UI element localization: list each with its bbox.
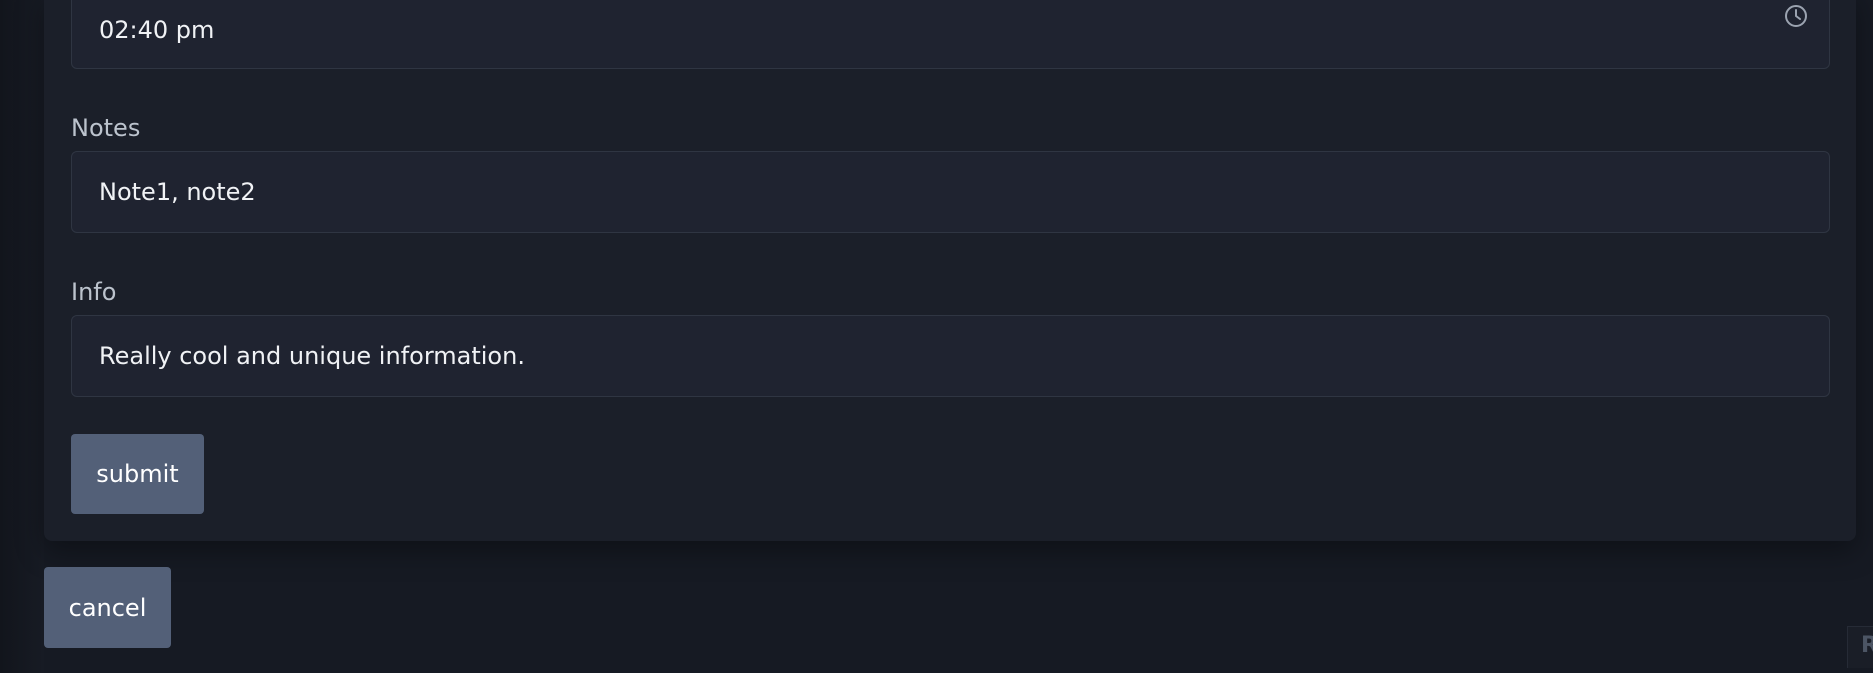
corner-fragment-text: R [1861, 633, 1873, 658]
info-label: Info [71, 278, 117, 306]
left-shadow [0, 0, 44, 673]
notes-value: Note1, note2 [99, 178, 256, 206]
notes-input[interactable]: Note1, note2 [71, 151, 1830, 233]
form-card [44, 0, 1856, 541]
cancel-button[interactable]: cancel [44, 567, 171, 648]
info-value: Really cool and unique information. [99, 342, 525, 370]
clock-icon[interactable] [1783, 3, 1809, 29]
corner-fragment: R [1847, 626, 1873, 668]
time-value: 02:40 pm [99, 15, 215, 44]
time-input[interactable]: 02:40 pm [71, 0, 1830, 69]
submit-button[interactable]: submit [71, 434, 204, 514]
page-viewport: 02:40 pm Notes Note1, note2 Info Really … [0, 0, 1873, 673]
info-input[interactable]: Really cool and unique information. [71, 315, 1830, 397]
notes-label: Notes [71, 114, 141, 142]
